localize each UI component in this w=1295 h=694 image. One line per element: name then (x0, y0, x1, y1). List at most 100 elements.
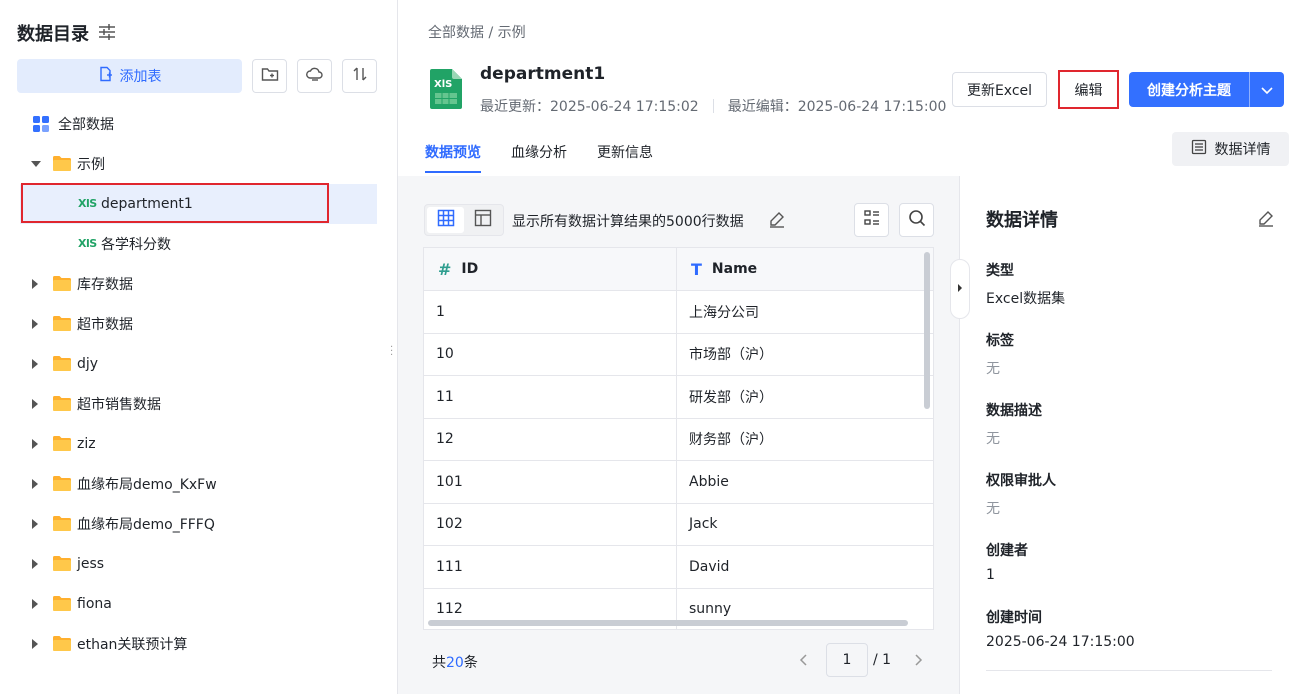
tree-item-folder[interactable]: 库存数据 (0, 264, 397, 304)
field-list-button[interactable] (854, 203, 889, 237)
vertical-scrollbar[interactable] (924, 252, 930, 409)
add-table-button[interactable]: 添加表 (17, 59, 242, 93)
preview-note: 显示所有数据计算结果的5000行数据 (512, 214, 744, 230)
total-suffix: 条 (463, 655, 478, 671)
field-value-approver: 无 (986, 501, 1000, 517)
table-cell: David (689, 558, 730, 575)
resize-handle[interactable]: · · · (390, 343, 393, 361)
create-topic-button[interactable]: 创建分析主题 (1129, 72, 1284, 107)
table-cell: 102 (424, 503, 677, 545)
new-folder-button[interactable] (252, 59, 287, 93)
breadcrumb[interactable]: 全部数据 / 示例 (428, 22, 526, 42)
chevron-left-icon[interactable] (797, 653, 811, 671)
table-cell: 111 (424, 546, 677, 588)
table-row: 111 David (424, 546, 933, 589)
column-header-label: ID (461, 261, 479, 277)
field-value-created-at: 2025-06-24 17:15:00 (986, 634, 1135, 650)
tab-update-info[interactable]: 更新信息 (597, 142, 653, 173)
column-header-name[interactable]: T Name (677, 248, 922, 290)
tree-label-folder-example: 示例 (77, 157, 105, 173)
grid-view-button[interactable] (427, 207, 464, 233)
last-update-text: 最近更新：2025-06-24 17:15:02 (480, 99, 699, 115)
cloud-sync-button[interactable] (297, 59, 332, 93)
dataset-meta: 最近更新：2025-06-24 17:15:02 最近编辑：2025-06-24… (480, 96, 946, 116)
caret-right-icon[interactable] (32, 519, 38, 529)
caret-down-icon[interactable] (31, 161, 41, 167)
table-grid-icon (437, 209, 455, 231)
cloud-icon (305, 65, 324, 87)
details-panel-title: 数据详情 (986, 210, 1058, 231)
tree-item-folder[interactable]: fiona (0, 584, 397, 624)
caret-right-icon[interactable] (32, 479, 38, 489)
table-cell: 11 (424, 376, 677, 418)
folder-icon (53, 596, 71, 611)
caret-right-icon[interactable] (32, 639, 38, 649)
field-label-description: 数据描述 (986, 403, 1042, 419)
tree-item-folder[interactable]: ethan关联预计算 (0, 624, 397, 664)
tree-label-all-data: 全部数据 (58, 117, 114, 133)
caret-right-icon[interactable] (32, 599, 38, 609)
tab-data-preview[interactable]: 数据预览 (425, 142, 481, 173)
caret-right-icon[interactable] (32, 399, 38, 409)
caret-right-icon[interactable] (32, 559, 38, 569)
horizontal-scrollbar[interactable] (428, 620, 908, 626)
update-excel-button[interactable]: 更新Excel (952, 72, 1047, 107)
tree-item-department1[interactable]: XlS department1 (20, 184, 377, 224)
edit-pen-icon[interactable] (768, 210, 786, 232)
field-label-created-at: 创建时间 (986, 610, 1042, 626)
data-details-button[interactable]: 数据详情 (1172, 132, 1289, 166)
table-row: 10 市场部（沪） (424, 333, 933, 376)
caret-right-icon[interactable] (32, 439, 38, 449)
tree-item-folder-example[interactable]: 示例 (0, 144, 397, 184)
sort-button[interactable] (342, 59, 377, 93)
tree-folder-label: jess (77, 556, 105, 572)
folder-icon (53, 396, 71, 411)
field-value-tags: 无 (986, 361, 1000, 377)
tree-item-folder[interactable]: 血缘布局demo_FFFQ (0, 504, 397, 544)
tree-item-all-data[interactable]: 全部数据 (0, 104, 397, 144)
caret-right-icon[interactable] (32, 279, 38, 289)
folder-icon (53, 636, 71, 651)
edit-pen-icon[interactable] (1257, 209, 1275, 231)
tree-folder-label: 库存数据 (77, 277, 133, 293)
caret-right-icon[interactable] (32, 319, 38, 329)
folder-icon (53, 356, 71, 371)
tree-item-folder[interactable]: 超市数据 (0, 304, 397, 344)
field-value-type: Excel数据集 (986, 291, 1066, 307)
table-cell: Jack (689, 516, 718, 533)
chevron-right-icon[interactable] (911, 653, 925, 671)
tree-folder-label: djy (77, 356, 99, 372)
tree-item-folder[interactable]: ziz (0, 424, 397, 464)
layout-panel-icon (474, 209, 492, 231)
tree-item-folder[interactable]: 超市销售数据 (0, 384, 397, 424)
folder-open-icon (53, 156, 71, 171)
caret-right-icon[interactable] (32, 359, 38, 369)
svg-text:XlS: XlS (434, 79, 452, 90)
excel-file-icon: XlS (78, 197, 97, 210)
chevron-down-icon[interactable] (1250, 83, 1284, 97)
tree-item-folder[interactable]: djy (0, 344, 397, 384)
page-total: / 1 (873, 652, 892, 668)
column-header-id[interactable]: # ID (424, 248, 677, 290)
tree-item-folder[interactable]: 血缘布局demo_KxFw (0, 464, 397, 504)
table-row: 1 上海分公司 (424, 291, 933, 334)
tree-item-subject-scores[interactable]: XlS 各学科分数 (0, 224, 397, 264)
grid-apps-icon (33, 116, 49, 136)
search-button[interactable] (899, 203, 934, 237)
folder-icon (53, 436, 71, 451)
page-input[interactable]: 1 (826, 643, 868, 677)
folder-add-icon (261, 65, 279, 87)
tree-folder-label: 血缘布局demo_KxFw (77, 477, 217, 493)
search-icon (908, 209, 926, 231)
edit-button[interactable]: 编辑 (1058, 70, 1119, 109)
total-count: 共20条 (432, 652, 478, 672)
create-topic-label: 创建分析主题 (1147, 82, 1231, 99)
collapse-panel-toggle[interactable] (950, 259, 970, 319)
layout-view-button[interactable] (464, 207, 501, 233)
tree-item-folder[interactable]: jess (0, 544, 397, 584)
field-value-creator: 1 (986, 567, 995, 583)
table-header: # ID T Name (424, 248, 933, 291)
tab-lineage[interactable]: 血缘分析 (511, 142, 567, 173)
filter-settings-icon[interactable] (97, 22, 117, 42)
field-list-icon (863, 209, 881, 231)
